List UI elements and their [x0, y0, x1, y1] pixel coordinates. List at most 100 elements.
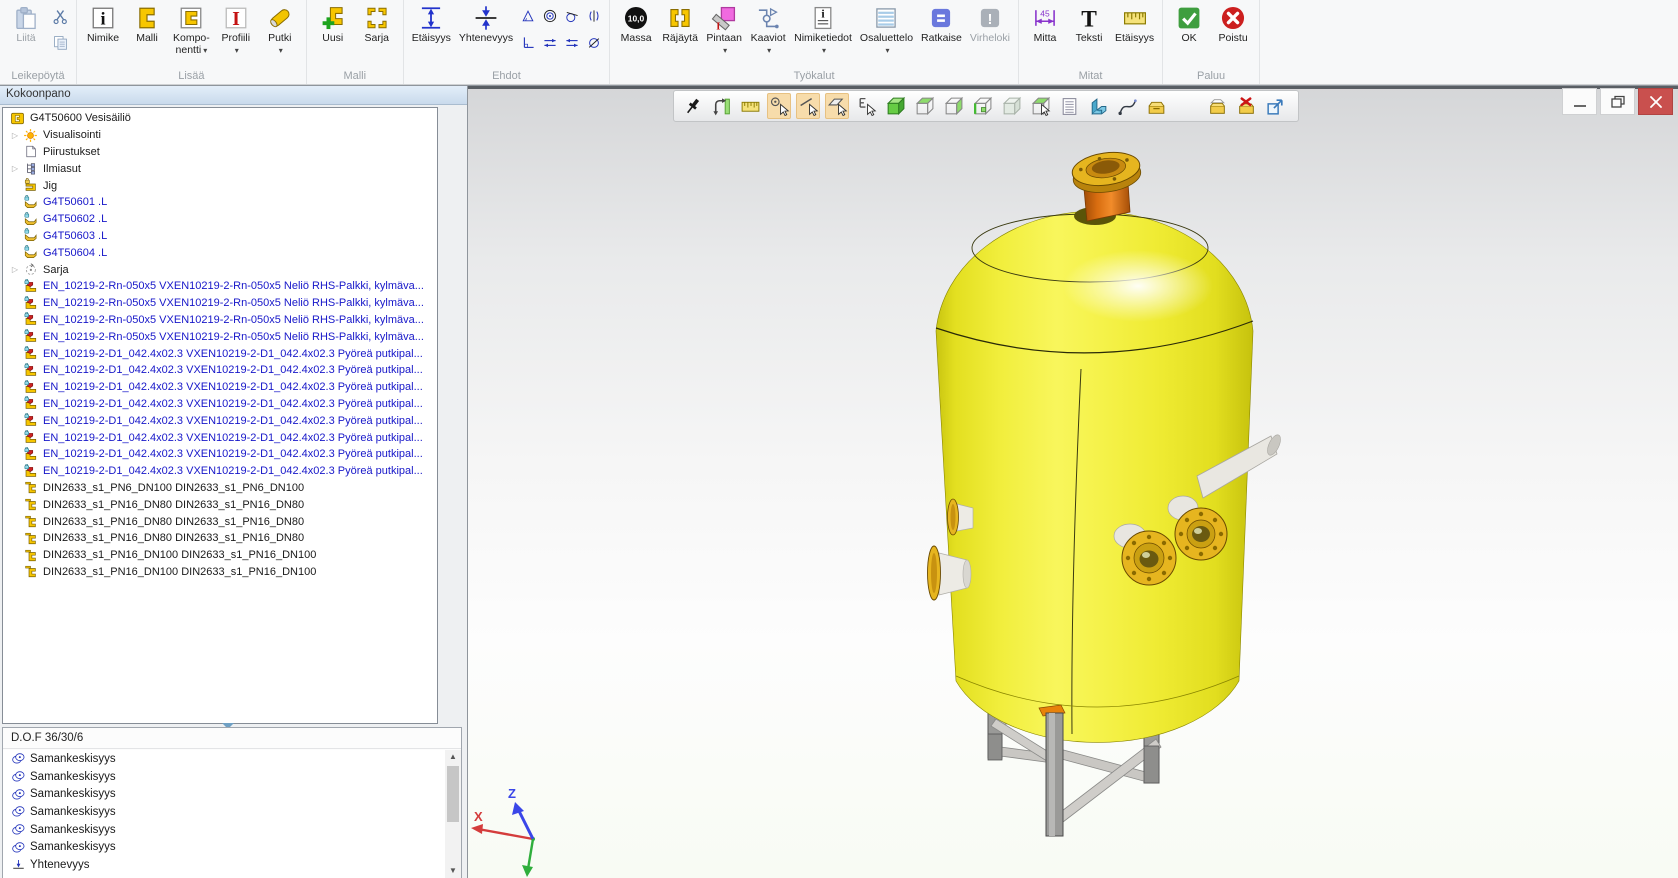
view-hidden-line[interactable] [999, 93, 1023, 119]
cut-button[interactable] [50, 6, 70, 26]
mitta-button[interactable]: 45Mitta [1023, 2, 1067, 44]
symmetry-constraint-button[interactable] [583, 5, 605, 27]
tree-item-din2633-s1-pn16-dn100-din2633-s1-pn16-dn[interactable]: DIN2633_s1_PN16_DN100 DIN2633_s1_PN16_DN… [3, 564, 437, 581]
tree-item-piirustukset[interactable]: Piirustukset [3, 144, 437, 161]
view-edges[interactable] [970, 93, 994, 119]
tree-item-en-10219-2-d1-042-4x02-3-vxen10219-2-d1-[interactable]: EN_10219-2-D1_042.4x02.3 VXEN10219-2-D1_… [3, 446, 437, 463]
massa-button[interactable]: 10,0Massa [614, 2, 658, 44]
tree-item-din2633-s1-pn16-dn100-din2633-s1-pn16-dn[interactable]: DIN2633_s1_PN16_DN100 DIN2633_s1_PN16_DN… [3, 547, 437, 564]
view-wireframe[interactable] [912, 93, 936, 119]
kaaviot-button[interactable]: Kaaviot▾ [746, 2, 790, 57]
constraint-scrollbar[interactable]: ▲ ▼ [445, 750, 461, 878]
constraint-samankeskisyys[interactable]: Samankeskisyys [3, 803, 445, 821]
teksti-button[interactable]: TTeksti [1067, 2, 1111, 44]
expander-icon[interactable]: ▷ [8, 131, 22, 140]
rajayta-button[interactable]: Räjäytä [658, 2, 702, 44]
curve-tool[interactable] [1115, 93, 1139, 119]
ok-button[interactable]: OK [1167, 2, 1211, 44]
tree-item-visualisointi[interactable]: ▷Visualisointi [3, 127, 437, 144]
paste-button[interactable]: Liitä [4, 2, 48, 44]
pick-edge-tool[interactable] [854, 93, 878, 119]
tree-item-en-10219-2-d1-042-4x02-3-vxen10219-2-d1-[interactable]: EN_10219-2-D1_042.4x02.3 VXEN10219-2-D1_… [3, 396, 437, 413]
virheloki-button[interactable]: !Virheloki [966, 2, 1014, 44]
sarja-button[interactable]: Sarja [355, 2, 399, 44]
assembly-tree[interactable]: G4T50600 Vesisäiliö▷VisualisointiPiirust… [2, 107, 438, 724]
tree-item-en-10219-2-d1-042-4x02-3-vxen10219-2-d1-[interactable]: EN_10219-2-D1_042.4x02.3 VXEN10219-2-D1_… [3, 379, 437, 396]
select-solid-tool[interactable] [1028, 93, 1052, 119]
tree-item-en-10219-2-rn-050x5-vxen10219-2-rn-050x5[interactable]: EN_10219-2-Rn-050x5 VXEN10219-2-Rn-050x5… [3, 295, 437, 312]
top-flange[interactable] [1070, 148, 1143, 196]
tree-item-din2633-s1-pn16-dn80-din2633-s1-pn16-dn8[interactable]: DIN2633_s1_PN16_DN80 DIN2633_s1_PN16_DN8… [3, 496, 437, 513]
profiili-button[interactable]: IProfiili▾ [214, 2, 258, 57]
tree-item-en-10219-2-d1-042-4x02-3-vxen10219-2-d1-[interactable]: EN_10219-2-D1_042.4x02.3 VXEN10219-2-D1_… [3, 345, 437, 362]
yhtenevyys-constraint-button[interactable]: Yhtenevyys [455, 2, 517, 44]
expander-icon[interactable]: ▷ [8, 164, 22, 173]
tree-item-g4t50602-l[interactable]: G4T50602 .L [3, 211, 437, 228]
tree-item-en-10219-2-rn-050x5-vxen10219-2-rn-050x5[interactable]: EN_10219-2-Rn-050x5 VXEN10219-2-Rn-050x5… [3, 328, 437, 345]
komponentti-button[interactable]: Kompo-nentti▾ [169, 2, 214, 57]
restore-button[interactable] [1600, 88, 1635, 115]
copy-button[interactable] [50, 32, 70, 52]
constraint-samankeskisyys[interactable]: Samankeskisyys [3, 768, 445, 786]
tree-item-en-10219-2-rn-050x5-vxen10219-2-rn-050x5[interactable]: EN_10219-2-Rn-050x5 VXEN10219-2-Rn-050x5… [3, 312, 437, 329]
no-intersect-constraint-button[interactable] [583, 32, 605, 54]
snap-center-toggle[interactable] [767, 93, 791, 119]
tree-item-g4t50604-l[interactable]: G4T50604 .L [3, 244, 437, 261]
tree-item-jig[interactable]: Jig [3, 177, 437, 194]
close-button[interactable] [1638, 88, 1673, 115]
scroll-thumb[interactable] [447, 766, 459, 822]
constraint-samankeskisyys[interactable]: Samankeskisyys [3, 785, 445, 803]
malli-button[interactable]: Malli [125, 2, 169, 44]
tree-item-din2633-s1-pn6-dn100-din2633-s1-pn6-dn10[interactable]: DIN2633_s1_PN6_DN100 DIN2633_s1_PN6_DN10… [3, 480, 437, 497]
uusi-button[interactable]: Uusi [311, 2, 355, 44]
tree-item-ilmiasut[interactable]: ▷Ilmiasut [3, 160, 437, 177]
pin-tool[interactable] [680, 93, 704, 119]
tree-item-g4t50601-l[interactable]: G4T50601 .L [3, 194, 437, 211]
snap-face-toggle[interactable] [825, 93, 849, 119]
parallel-constraint-button[interactable] [539, 32, 561, 54]
minimize-button[interactable] [1562, 88, 1597, 115]
pintaan-button[interactable]: IPintaan▾ [702, 2, 746, 57]
view-shaded[interactable] [883, 93, 907, 119]
3d-viewport[interactable]: X Z [468, 86, 1678, 878]
putki-button[interactable]: Putki▾ [258, 2, 302, 57]
etaisyys-mitta-button[interactable]: Etäisyys [1111, 2, 1158, 44]
measure-tool[interactable] [738, 93, 762, 119]
tree-item-en-10219-2-d1-042-4x02-3-vxen10219-2-d1-[interactable]: EN_10219-2-D1_042.4x02.3 VXEN10219-2-D1_… [3, 362, 437, 379]
tangent-constraint-button[interactable] [561, 5, 583, 27]
swap-view-tool[interactable] [1263, 93, 1287, 119]
bin-tool[interactable] [1205, 93, 1229, 119]
tree-item-en-10219-2-d1-042-4x02-3-vxen10219-2-d1-[interactable]: EN_10219-2-D1_042.4x02.3 VXEN10219-2-D1_… [3, 463, 437, 480]
constraint-samankeskisyys[interactable]: Samankeskisyys [3, 821, 445, 839]
orbit-tool[interactable] [709, 93, 733, 119]
tree-item-en-10219-2-d1-042-4x02-3-vxen10219-2-d1-[interactable]: EN_10219-2-D1_042.4x02.3 VXEN10219-2-D1_… [3, 429, 437, 446]
tree-item-en-10219-2-rn-050x5-vxen10219-2-rn-050x5[interactable]: EN_10219-2-Rn-050x5 VXEN10219-2-Rn-050x5… [3, 278, 437, 295]
distance-h-constraint-button[interactable] [561, 32, 583, 54]
constraint-yhtenevyys[interactable]: Yhtenevyys [3, 856, 445, 874]
tree-item-din2633-s1-pn16-dn80-din2633-s1-pn16-dn8[interactable]: DIN2633_s1_PN16_DN80 DIN2633_s1_PN16_DN8… [3, 513, 437, 530]
vessel-model[interactable] [853, 136, 1283, 878]
view-face-shaded[interactable] [941, 93, 965, 119]
top-nozzle[interactable] [1070, 148, 1143, 225]
tree-item-en-10219-2-d1-042-4x02-3-vxen10219-2-d1-[interactable]: EN_10219-2-D1_042.4x02.3 VXEN10219-2-D1_… [3, 412, 437, 429]
expander-icon[interactable]: ▷ [8, 265, 22, 274]
tree-item-g4t50600-vesis-ili-[interactable]: G4T50600 Vesisäiliö [3, 110, 437, 127]
ratkaise-button[interactable]: Ratkaise [917, 2, 966, 44]
tree-item-sarja[interactable]: ▷Sarja [3, 261, 437, 278]
scroll-down-icon[interactable]: ▼ [445, 864, 461, 878]
constraint-samankeskisyys[interactable]: Samankeskisyys [3, 750, 445, 768]
bin-delete-tool[interactable] [1234, 93, 1258, 119]
angle-constraint-button[interactable] [517, 5, 539, 27]
snap-line-toggle[interactable] [796, 93, 820, 119]
sheet-list-tool[interactable] [1057, 93, 1081, 119]
archive-box-tool[interactable] [1144, 93, 1168, 119]
concentric-constraint-button[interactable] [539, 5, 561, 27]
copy-model-tool[interactable] [1086, 93, 1110, 119]
perpendicular-constraint-button[interactable] [517, 32, 539, 54]
nimiketiedot-button[interactable]: iNimiketiedot▾ [790, 2, 856, 57]
constraint-samankeskisyys[interactable]: Samankeskisyys [3, 838, 445, 856]
tree-item-g4t50603-l[interactable]: G4T50603 .L [3, 228, 437, 245]
etaisyys-constraint-button[interactable]: Etäisyys [408, 2, 455, 44]
scroll-up-icon[interactable]: ▲ [445, 750, 461, 764]
osaluettelo-button[interactable]: Osaluettelo▾ [856, 2, 917, 57]
